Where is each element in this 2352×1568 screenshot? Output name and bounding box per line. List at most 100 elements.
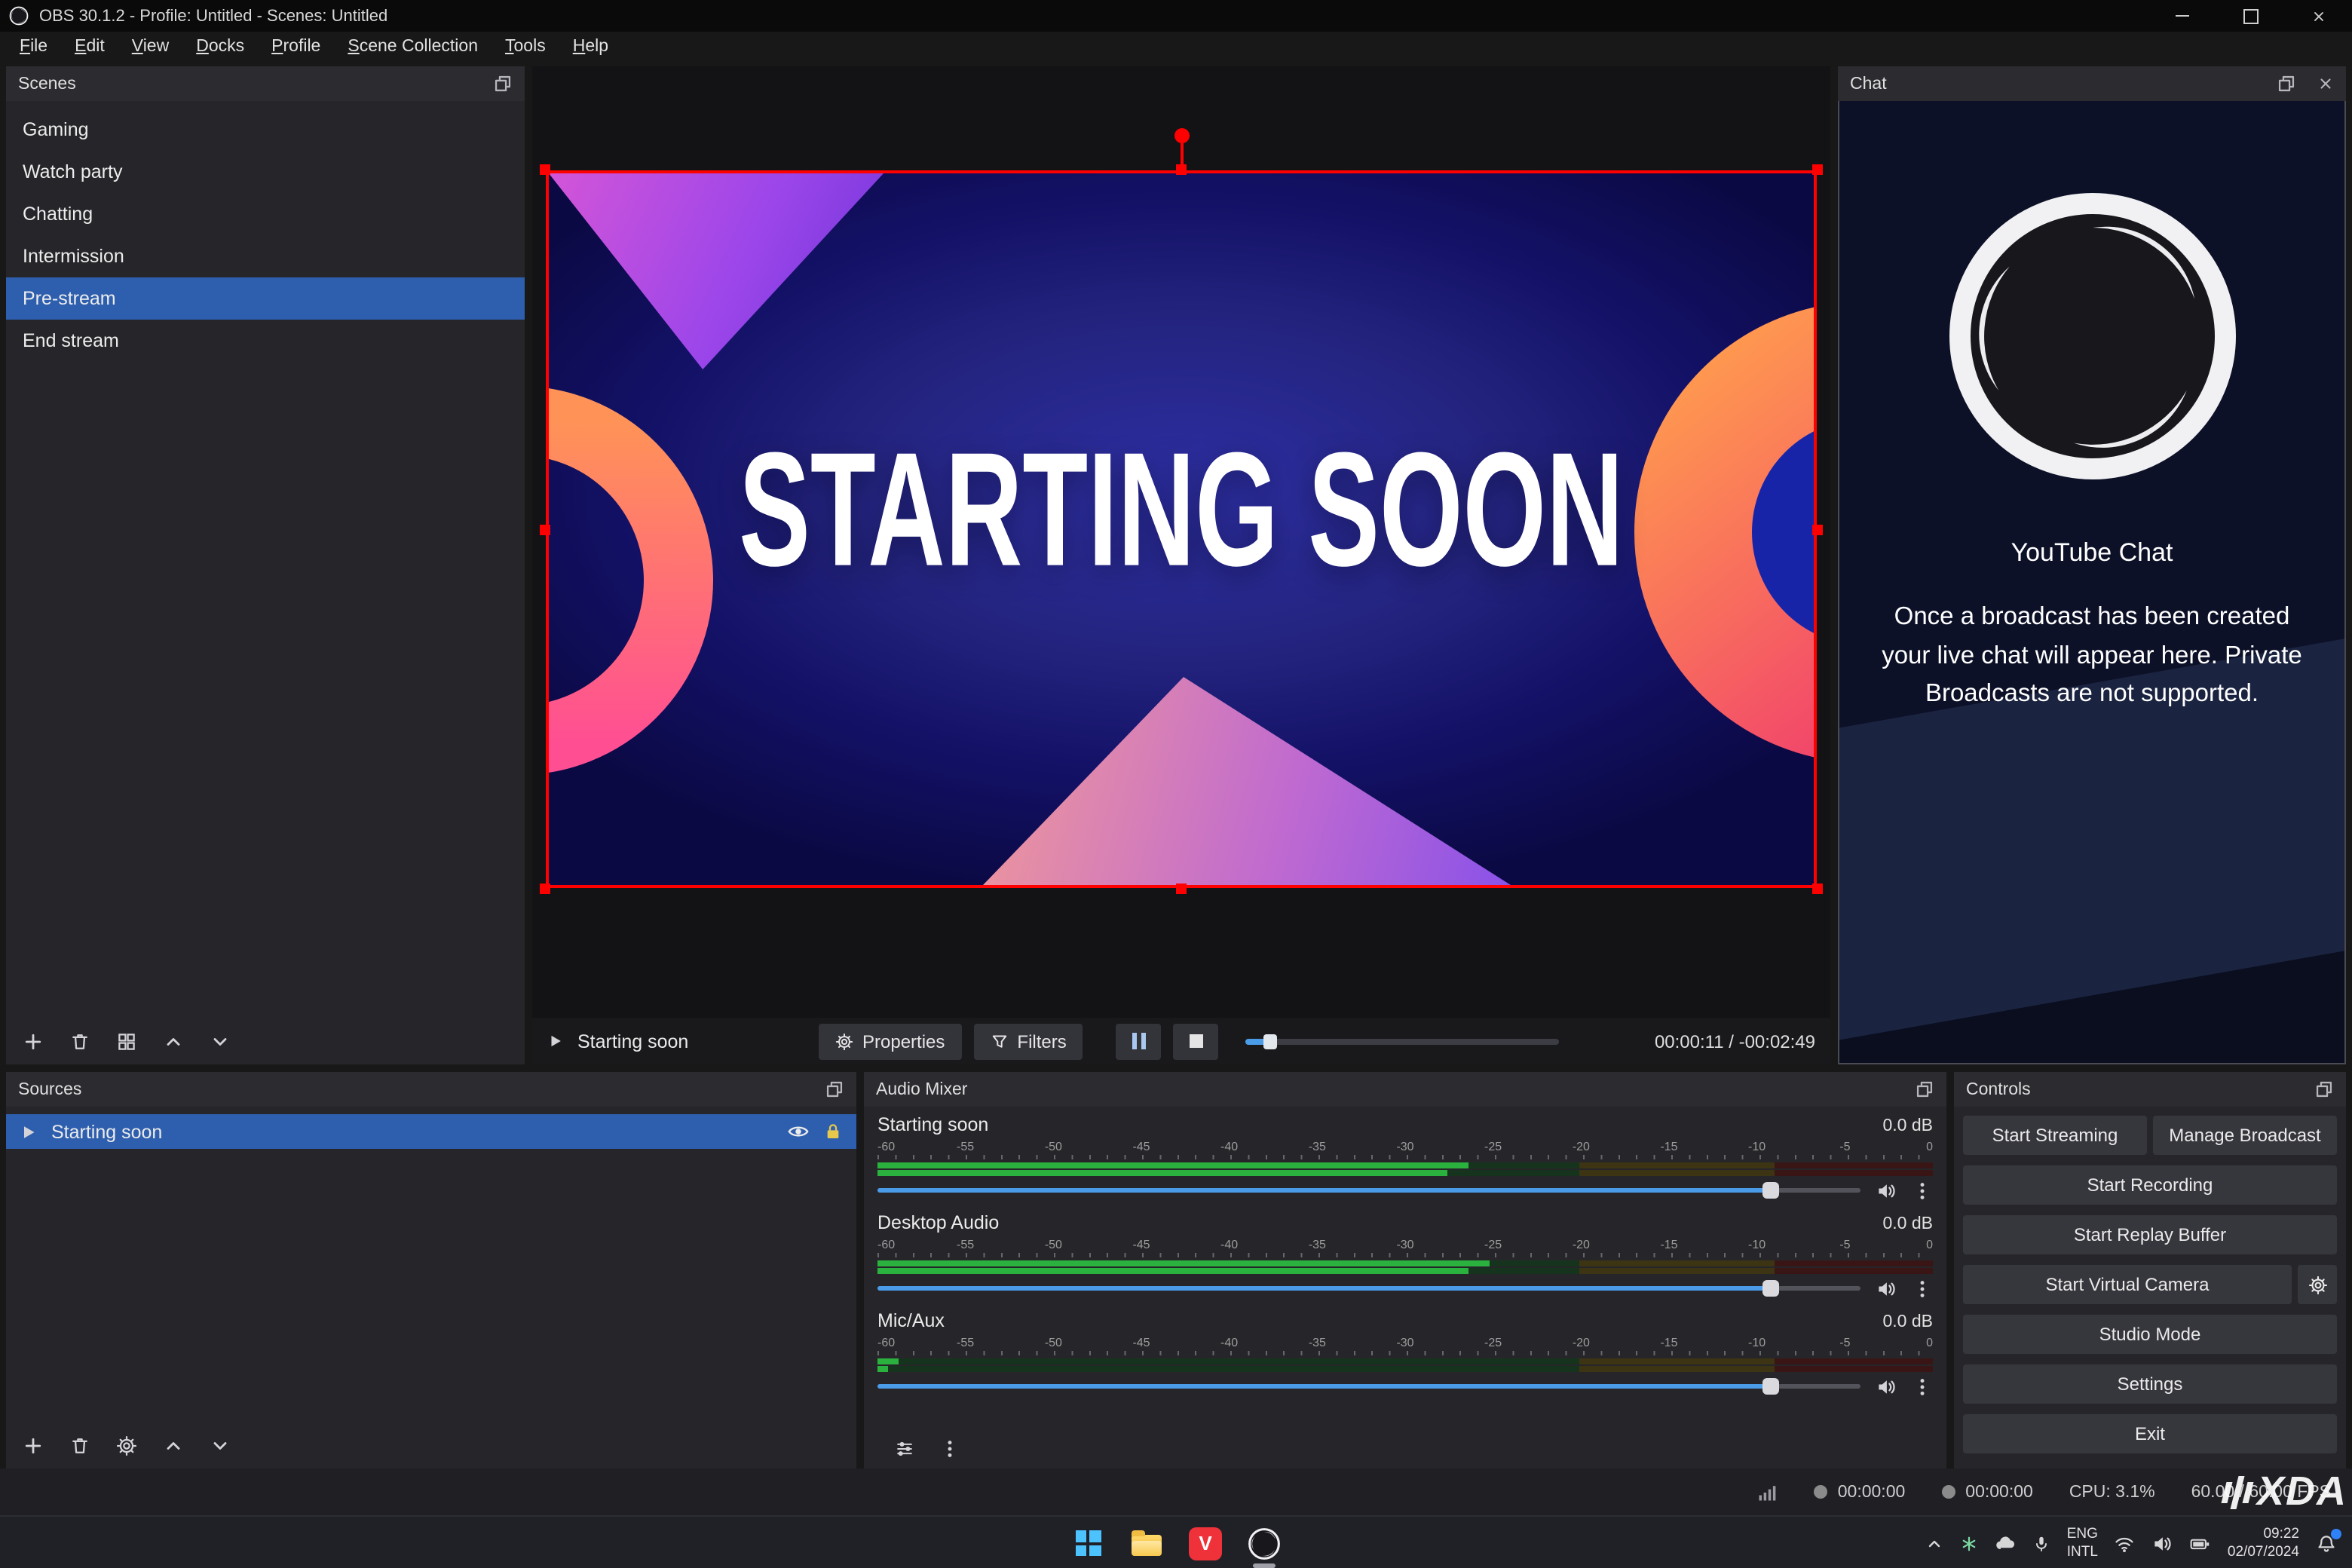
- volume-handle[interactable]: [1763, 1182, 1780, 1199]
- lock-icon[interactable]: [823, 1122, 843, 1141]
- resize-handle-right[interactable]: [1812, 524, 1823, 534]
- visibility-eye-icon[interactable]: [787, 1120, 810, 1143]
- channel-db: 0.0 dB: [1883, 1313, 1934, 1331]
- scene-item-watch-party[interactable]: Watch party: [6, 151, 525, 193]
- start-replay-buffer-button[interactable]: Start Replay Buffer: [1963, 1215, 2337, 1254]
- notifications-bell-icon[interactable]: [2316, 1533, 2337, 1554]
- close-button[interactable]: [2284, 0, 2352, 32]
- filters-button[interactable]: Filters: [973, 1023, 1083, 1059]
- start-virtual-camera-button[interactable]: Start Virtual Camera: [1963, 1265, 2292, 1304]
- settings-button[interactable]: Settings: [1963, 1364, 2337, 1404]
- move-scene-up-button[interactable]: [163, 1031, 184, 1052]
- language-indicator[interactable]: ENG INTL: [2067, 1526, 2098, 1560]
- scene-item-chatting[interactable]: Chatting: [6, 193, 525, 235]
- resize-handle-topright[interactable]: [1812, 164, 1823, 175]
- tray-expand-icon[interactable]: [1925, 1534, 1943, 1552]
- start-button[interactable]: [1065, 1521, 1110, 1566]
- menu-docks[interactable]: Docks: [182, 32, 258, 60]
- manage-broadcast-button[interactable]: Manage Broadcast: [2153, 1116, 2337, 1155]
- popout-icon[interactable]: [2314, 1080, 2334, 1099]
- add-source-button[interactable]: [23, 1435, 44, 1456]
- exit-button[interactable]: Exit: [1963, 1414, 2337, 1453]
- resize-handle-bottom[interactable]: [1176, 884, 1187, 894]
- menu-file[interactable]: File: [6, 32, 61, 60]
- volume-handle[interactable]: [1763, 1280, 1780, 1297]
- advanced-audio-button[interactable]: [894, 1438, 915, 1459]
- scene-item-pre-stream[interactable]: Pre-stream: [6, 277, 525, 320]
- volume-handle[interactable]: [1763, 1378, 1780, 1395]
- file-explorer-icon[interactable]: [1124, 1521, 1169, 1566]
- virtual-camera-settings-button[interactable]: [2298, 1265, 2337, 1304]
- menu-scene-collection[interactable]: Scene Collection: [334, 32, 492, 60]
- resize-handle-bottomright[interactable]: [1812, 884, 1823, 894]
- remove-scene-button[interactable]: [69, 1031, 90, 1052]
- close-icon[interactable]: [2317, 75, 2334, 92]
- resize-handle-bottomleft[interactable]: [540, 884, 550, 894]
- menu-help[interactable]: Help: [559, 32, 622, 60]
- volume-slider[interactable]: [877, 1384, 1860, 1389]
- scene-item-gaming[interactable]: Gaming: [6, 109, 525, 151]
- menu-profile[interactable]: Profile: [258, 32, 334, 60]
- battery-icon[interactable]: [2190, 1533, 2211, 1554]
- microphone-tray-icon[interactable]: [2032, 1534, 2050, 1552]
- preview-area[interactable]: STARTING SOON: [532, 66, 1830, 1018]
- starting-soon-text: STARTING SOON: [549, 173, 1814, 885]
- scene-item-end-stream[interactable]: End stream: [6, 320, 525, 362]
- source-properties-button[interactable]: [116, 1435, 137, 1456]
- properties-button[interactable]: Properties: [819, 1023, 961, 1059]
- recording-time: 00:00:00: [1838, 1483, 1906, 1501]
- obs-taskbar-icon[interactable]: [1242, 1521, 1287, 1566]
- volume-slider[interactable]: [877, 1188, 1860, 1193]
- remove-source-button[interactable]: [69, 1435, 90, 1456]
- mute-button[interactable]: [1876, 1376, 1897, 1397]
- media-seek-slider[interactable]: [1246, 1038, 1559, 1044]
- recording-indicator-dot: [1814, 1485, 1827, 1499]
- move-source-up-button[interactable]: [163, 1435, 184, 1456]
- menu-tools[interactable]: Tools: [492, 32, 559, 60]
- preview-canvas[interactable]: STARTING SOON: [546, 170, 1817, 888]
- mixer-options-button[interactable]: [939, 1438, 960, 1459]
- volume-tray-icon[interactable]: [2152, 1533, 2173, 1554]
- grid-mode-button[interactable]: [116, 1031, 137, 1052]
- start-streaming-button[interactable]: Start Streaming: [1963, 1116, 2147, 1155]
- source-item-starting-soon[interactable]: Starting soon: [6, 1114, 856, 1149]
- channel-options-button[interactable]: [1912, 1376, 1933, 1397]
- resize-handle-topleft[interactable]: [540, 164, 550, 175]
- workspace: Scenes Gaming Watch party Chatting Inter…: [0, 60, 2352, 1468]
- window-title: OBS 30.1.2 - Profile: Untitled - Scenes:…: [39, 7, 387, 25]
- move-source-down-button[interactable]: [210, 1435, 231, 1456]
- menu-edit[interactable]: Edit: [61, 32, 118, 60]
- popout-icon[interactable]: [2277, 74, 2296, 93]
- channel-options-button[interactable]: [1912, 1278, 1933, 1299]
- vivaldi-browser-icon[interactable]: V: [1183, 1521, 1228, 1566]
- mute-button[interactable]: [1876, 1278, 1897, 1299]
- popout-icon[interactable]: [493, 74, 513, 93]
- seek-handle[interactable]: [1263, 1034, 1277, 1049]
- menu-view[interactable]: View: [118, 32, 182, 60]
- minimize-button[interactable]: [2148, 0, 2216, 32]
- maximize-button[interactable]: [2216, 0, 2284, 32]
- channel-options-button[interactable]: [1912, 1180, 1933, 1201]
- resize-handle-top[interactable]: [1176, 164, 1187, 175]
- scene-item-intermission[interactable]: Intermission: [6, 235, 525, 277]
- clock[interactable]: 09:22 02/07/2024: [2228, 1526, 2299, 1560]
- move-scene-down-button[interactable]: [210, 1031, 231, 1052]
- resize-handle-left[interactable]: [540, 524, 550, 534]
- onedrive-cloud-icon[interactable]: [1995, 1533, 2016, 1554]
- popout-icon[interactable]: [1915, 1080, 1934, 1099]
- start-recording-button[interactable]: Start Recording: [1963, 1165, 2337, 1205]
- db-scale: -60-55-50-45-40-35-30-25-20-15-10-50: [877, 1238, 1933, 1253]
- preview-column: STARTING SOON Star: [532, 66, 1830, 1064]
- chat-title: Chat: [1850, 75, 1887, 93]
- volume-slider[interactable]: [877, 1286, 1860, 1291]
- add-scene-button[interactable]: [23, 1031, 44, 1052]
- pause-button[interactable]: [1116, 1023, 1162, 1059]
- tray-app-icon[interactable]: [1960, 1534, 1978, 1552]
- stop-button[interactable]: [1174, 1023, 1219, 1059]
- mute-button[interactable]: [1876, 1180, 1897, 1201]
- wifi-icon[interactable]: [2115, 1533, 2136, 1554]
- starting-soon-source[interactable]: STARTING SOON: [546, 170, 1817, 888]
- rotation-handle[interactable]: [1174, 128, 1189, 143]
- studio-mode-button[interactable]: Studio Mode: [1963, 1315, 2337, 1354]
- popout-icon[interactable]: [825, 1080, 844, 1099]
